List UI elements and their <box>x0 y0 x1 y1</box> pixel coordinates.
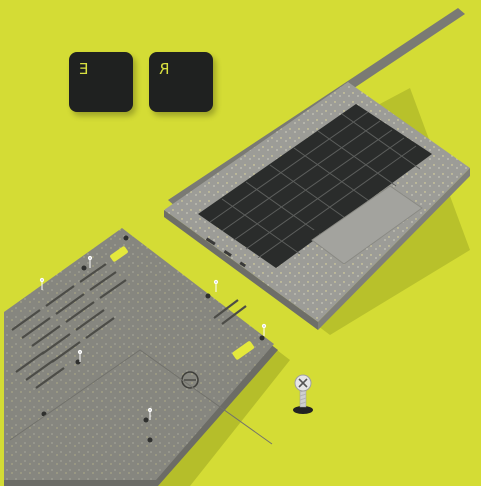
laptop-open <box>164 8 470 335</box>
screw-icon <box>293 374 313 414</box>
product-photo: E R <box>0 0 481 486</box>
illustration <box>4 8 470 486</box>
